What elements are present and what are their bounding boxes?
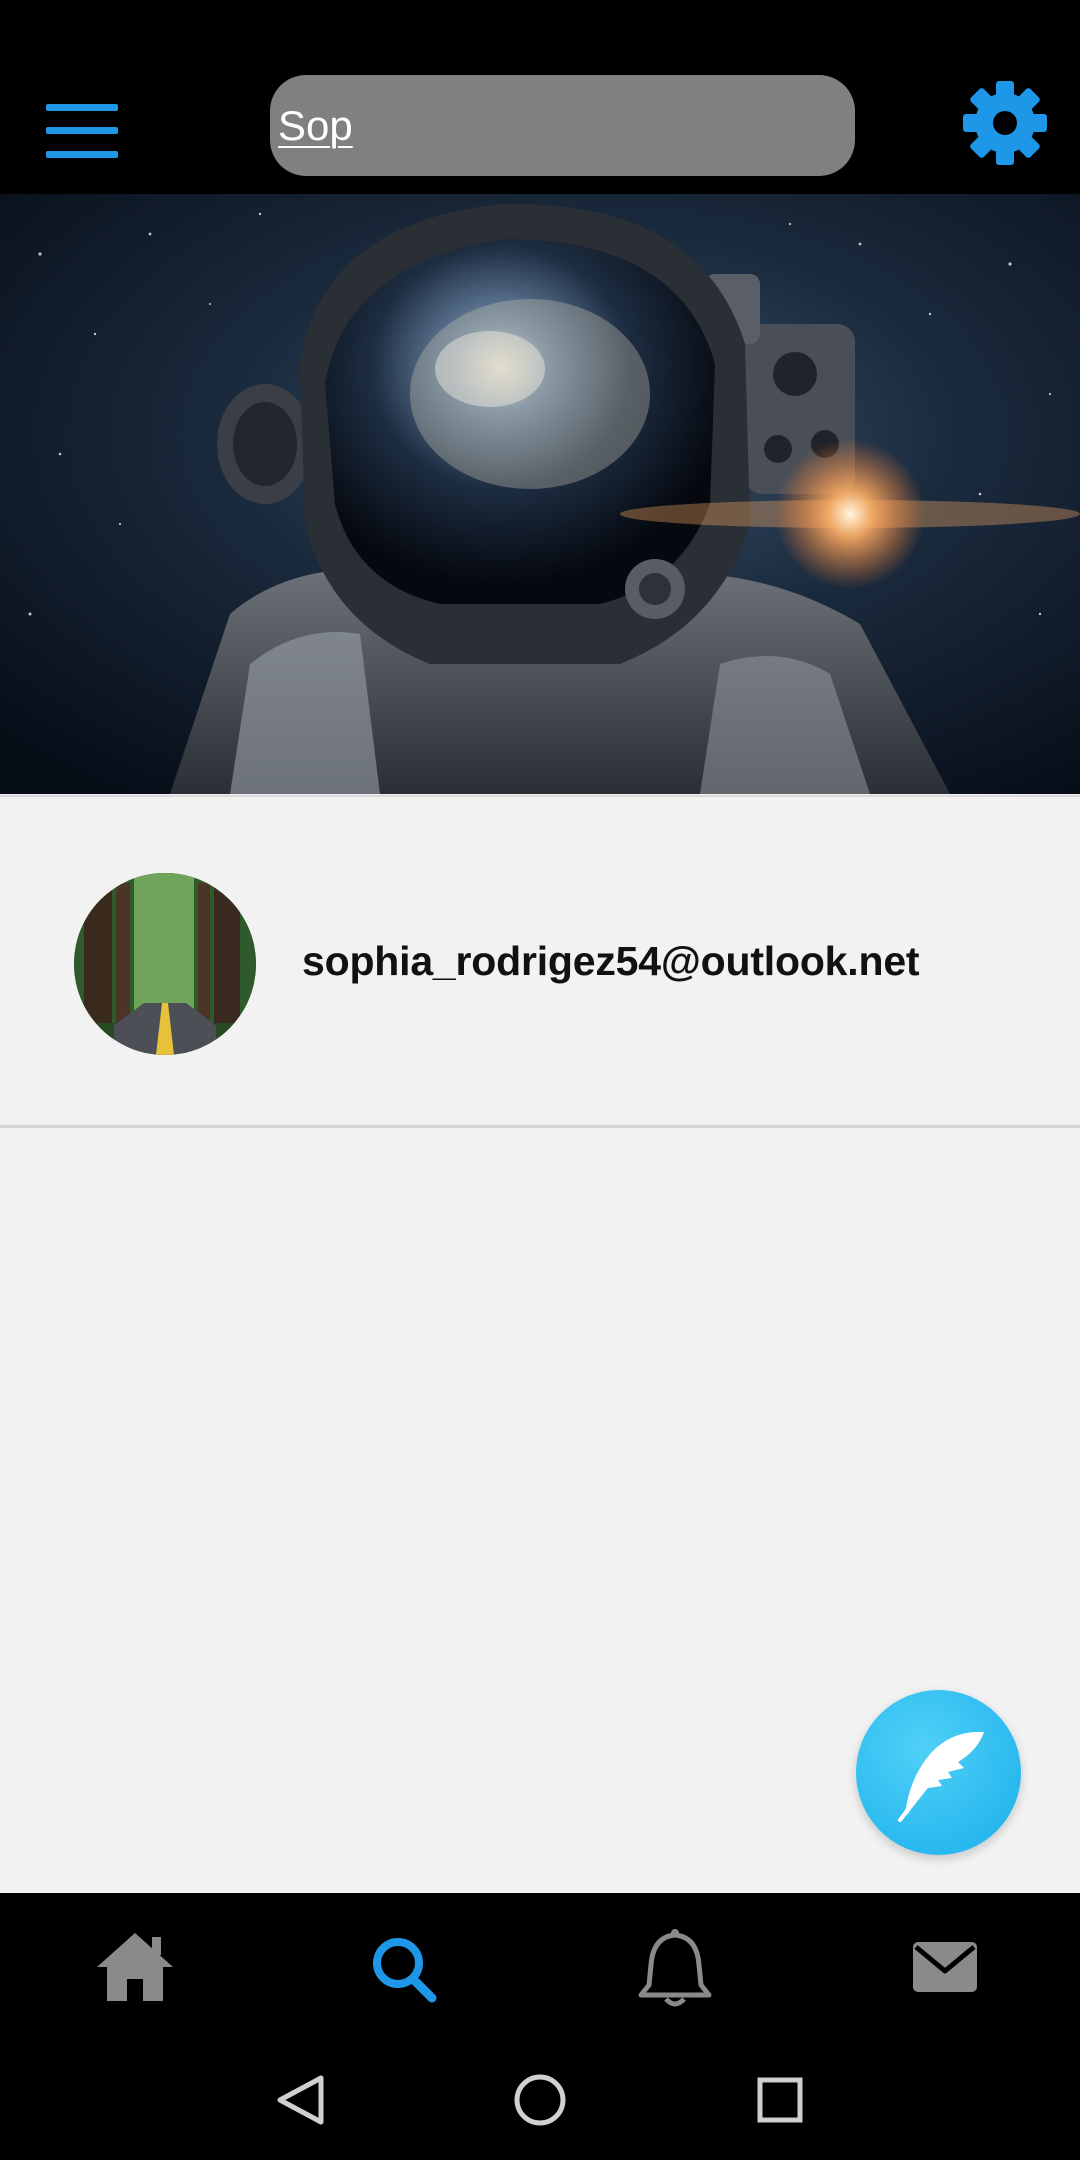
- mail-icon: [913, 1942, 977, 1992]
- menu-button[interactable]: [46, 104, 118, 158]
- search-icon: [373, 1938, 437, 2003]
- profile-banner: [0, 194, 1080, 794]
- system-navigation-bar: [0, 2043, 1080, 2160]
- forest-road-avatar: [74, 873, 256, 1055]
- tab-messages[interactable]: [810, 1893, 1080, 2043]
- search-field[interactable]: [270, 75, 855, 176]
- astronaut-in-space-banner: [0, 194, 1080, 794]
- bottom-tab-bar: [0, 1893, 1080, 2043]
- system-home-button[interactable]: [480, 2043, 600, 2160]
- hamburger-menu-icon: [46, 104, 118, 158]
- feather-quill-icon: [898, 1731, 984, 1822]
- tab-home[interactable]: [0, 1893, 270, 2043]
- avatar[interactable]: [74, 873, 256, 1055]
- system-back-button[interactable]: [240, 2043, 360, 2160]
- user-result-row[interactable]: sophia_rodrigez54@outlook.net: [0, 795, 1080, 1128]
- bell-icon: [638, 1929, 712, 2007]
- search-input[interactable]: [278, 101, 855, 150]
- settings-button[interactable]: [962, 80, 1048, 166]
- gear-icon: [963, 81, 1047, 165]
- result-email: sophia_rodrigez54@outlook.net: [302, 938, 920, 984]
- system-recents-button[interactable]: [720, 2043, 840, 2160]
- search-results-screen: sophia_rodrigez54@outlook.net: [0, 0, 1080, 2160]
- recents-square-icon: [757, 2077, 803, 2123]
- back-triangle-icon: [277, 2075, 324, 2125]
- compose-button[interactable]: [856, 1690, 1021, 1855]
- tab-notifications[interactable]: [540, 1893, 810, 2043]
- tab-search[interactable]: [270, 1893, 540, 2043]
- top-app-bar: [0, 0, 1080, 194]
- home-icon: [97, 1933, 173, 2001]
- home-circle-icon: [514, 2074, 566, 2126]
